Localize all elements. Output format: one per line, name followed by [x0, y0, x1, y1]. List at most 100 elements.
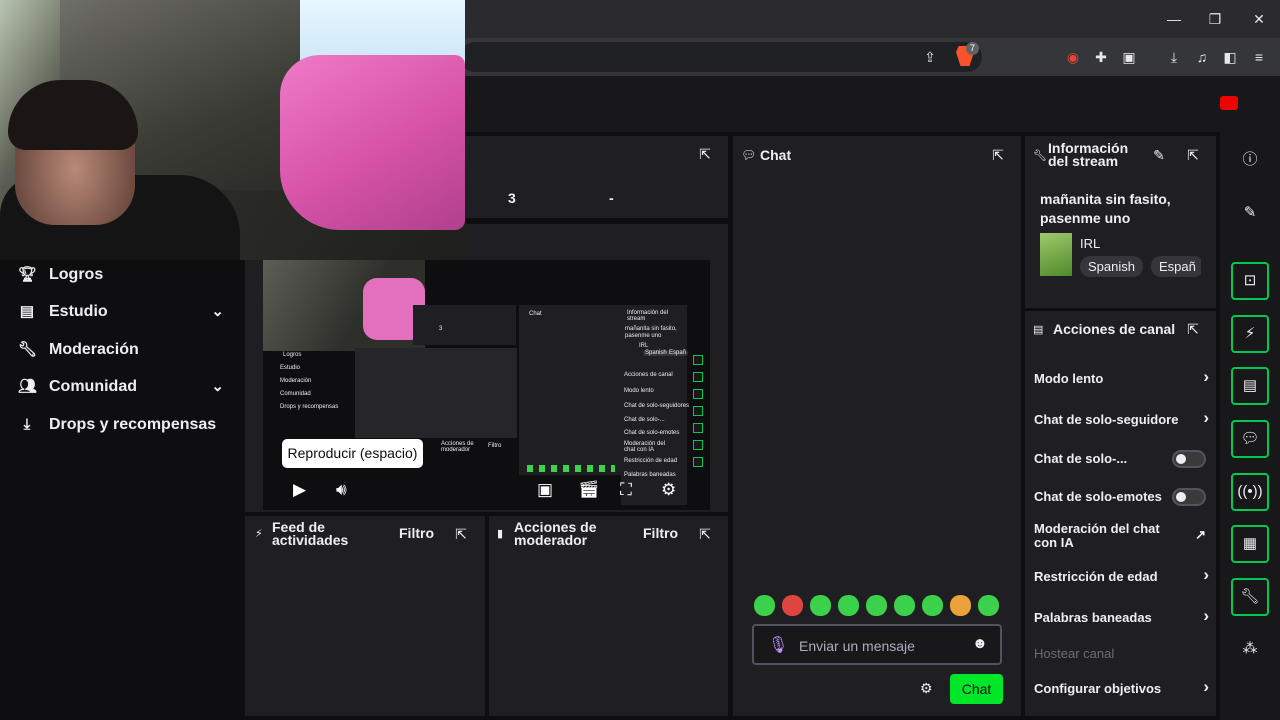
- nav-item-estudio[interactable]: ▤ Estudio ⌄: [18, 297, 228, 327]
- popout-icon[interactable]: ⇱: [697, 146, 713, 162]
- action-banned-words[interactable]: Palabras baneadas ›: [1034, 607, 1209, 625]
- action-label: Modo lento: [1034, 371, 1104, 386]
- nav-item-logros[interactable]: 🏆︎ Logros: [18, 260, 228, 290]
- preview-feed-title: Acciones de moderador: [441, 441, 474, 453]
- color-wheel-icon[interactable]: ◉: [1063, 47, 1083, 67]
- microphone-icon[interactable]: 🎙︎: [768, 635, 788, 655]
- preview-action: Restricción de edad: [624, 458, 678, 464]
- chat-bubble-icon[interactable]: 💬︎: [1231, 420, 1269, 458]
- media-icon[interactable]: ♫: [1192, 47, 1212, 67]
- nav-item-drops[interactable]: ⤓ Drops y recompensas: [18, 410, 228, 440]
- sidebar-toggle-icon[interactable]: ◧: [1220, 47, 1240, 67]
- nav-label: Drops y recompensas: [49, 416, 217, 433]
- nav-item-moderacion[interactable]: 🔧︎ Moderación: [18, 335, 228, 365]
- stream-preview-video[interactable]: Logros Estudio Moderación Comunidad Drop…: [263, 260, 710, 510]
- action-age-restriction[interactable]: Restricción de edad ›: [1034, 566, 1209, 584]
- preview-chat-title: Chat: [529, 311, 542, 317]
- panel-title: Acciones de canal: [1053, 321, 1176, 337]
- chevron-right-icon: ›: [1203, 408, 1209, 427]
- preview-rail-button: [693, 440, 703, 450]
- action-followers-only[interactable]: Chat de solo-seguidore ›: [1034, 408, 1209, 427]
- tag-badge[interactable]: Spanish: [1080, 256, 1143, 277]
- close-icon[interactable]: ✕: [1247, 8, 1271, 30]
- emote-icon[interactable]: [978, 595, 999, 616]
- popout-icon[interactable]: ⇱: [453, 526, 469, 542]
- popout-icon[interactable]: ⇱: [990, 147, 1006, 163]
- emote-icon[interactable]: [782, 595, 803, 616]
- edit-icon[interactable]: ✎: [1240, 203, 1260, 223]
- popout-icon[interactable]: ⇱: [1185, 147, 1201, 163]
- nav-item-comunidad[interactable]: 👥︎ Comunidad ⌄: [18, 372, 228, 402]
- wallet-icon[interactable]: ▣: [1119, 47, 1139, 67]
- emotes-only-toggle[interactable]: [1172, 488, 1206, 506]
- preview-rail-button: [693, 423, 703, 433]
- notes-icon[interactable]: ▤: [1231, 367, 1269, 405]
- community-icon: 👥︎: [18, 378, 38, 395]
- action-ai-moderation[interactable]: Moderación del chat con IA ↗: [1034, 522, 1206, 550]
- emote-icon[interactable]: [754, 595, 775, 616]
- extensions-icon[interactable]: ✚: [1091, 47, 1111, 67]
- trophy-icon: 🏆︎: [18, 266, 38, 283]
- filter-button[interactable]: Filtro: [399, 526, 434, 540]
- edit-icon[interactable]: ✎: [1151, 147, 1167, 163]
- screenshot-icon[interactable]: ⊡: [1231, 262, 1269, 300]
- live-indicator-icon[interactable]: [1220, 96, 1238, 110]
- preview-action: Chat de solo-...: [624, 417, 665, 423]
- emote-icon[interactable]: [866, 595, 887, 616]
- preview-tag: Spanish: [643, 350, 669, 356]
- action-configure-goals[interactable]: Configurar objetivos ›: [1034, 678, 1209, 696]
- play-tooltip: Reproducir (espacio): [282, 439, 423, 468]
- download-icon[interactable]: ⤓: [1164, 47, 1184, 67]
- volume-icon[interactable]: 🔊︎: [336, 480, 347, 500]
- popout-icon[interactable]: ⇱: [697, 526, 713, 542]
- maximize-icon[interactable]: ❐: [1203, 8, 1227, 30]
- popout-icon[interactable]: ⇱: [1185, 321, 1201, 337]
- wrench-icon: 🔧︎: [18, 341, 38, 358]
- info-icon[interactable]: ⓘ: [1240, 150, 1260, 170]
- category-name[interactable]: IRL: [1080, 236, 1100, 251]
- broadcast-icon[interactable]: ((•)): [1231, 473, 1269, 511]
- action-label: Hostear canal: [1034, 646, 1115, 661]
- play-icon[interactable]: ▶: [293, 480, 306, 500]
- clip-icon[interactable]: 🎬︎: [578, 480, 600, 500]
- menu-icon[interactable]: ≡: [1249, 47, 1269, 67]
- nav-label: Estudio: [49, 303, 108, 320]
- pip-icon[interactable]: ▣: [537, 480, 553, 500]
- panel-title: Información del stream: [1048, 140, 1129, 169]
- emote-icon[interactable]: [950, 595, 971, 616]
- emoji-icon[interactable]: ☻: [972, 635, 988, 652]
- emote-icon[interactable]: [894, 595, 915, 616]
- preview-rail-button: [693, 406, 703, 416]
- minimize-icon[interactable]: —: [1162, 8, 1186, 30]
- layout-icon[interactable]: ▦: [1231, 525, 1269, 563]
- wrench-icon[interactable]: 🔧︎: [1231, 578, 1269, 616]
- chat-send-button[interactable]: Chat: [950, 674, 1003, 704]
- preview-action: Palabras baneadas: [624, 472, 676, 478]
- webcam-overlay: [0, 0, 465, 260]
- filter-button[interactable]: Filtro: [643, 526, 678, 540]
- emote-icon[interactable]: [922, 595, 943, 616]
- preview-rail-button: [693, 457, 703, 467]
- category-thumbnail[interactable]: [1040, 233, 1072, 276]
- panel-title: Acciones de moderador: [514, 519, 597, 548]
- chat-settings-gear-icon[interactable]: ⚙: [920, 680, 933, 697]
- subs-only-toggle[interactable]: [1172, 450, 1206, 468]
- emote-icon[interactable]: [810, 595, 831, 616]
- stat-value: -: [609, 190, 614, 206]
- community-icon[interactable]: ⁂: [1240, 639, 1260, 659]
- address-bar[interactable]: [460, 42, 982, 72]
- tag-badge[interactable]: Españ: [1151, 256, 1201, 277]
- share-icon[interactable]: ⇪: [920, 47, 940, 67]
- fullscreen-icon[interactable]: ⛶: [620, 480, 632, 500]
- stat-value: 3: [508, 190, 516, 206]
- preview-nav-item: Moderación: [280, 378, 312, 384]
- lightning-icon[interactable]: ⚡︎: [1231, 315, 1269, 353]
- emote-icon[interactable]: [838, 595, 859, 616]
- preview-actions-title: Acciones de canal: [624, 372, 673, 378]
- settings-gear-icon[interactable]: ⚙: [661, 480, 676, 500]
- chat-input[interactable]: 🎙︎ Enviar un mensaje ☻: [752, 624, 1002, 665]
- preview-nested-screen: [355, 348, 517, 438]
- channel-actions-icon: ▤: [1033, 324, 1044, 336]
- action-slow-mode[interactable]: Modo lento ›: [1034, 368, 1209, 386]
- action-host-channel: Hostear canal: [1034, 647, 1209, 661]
